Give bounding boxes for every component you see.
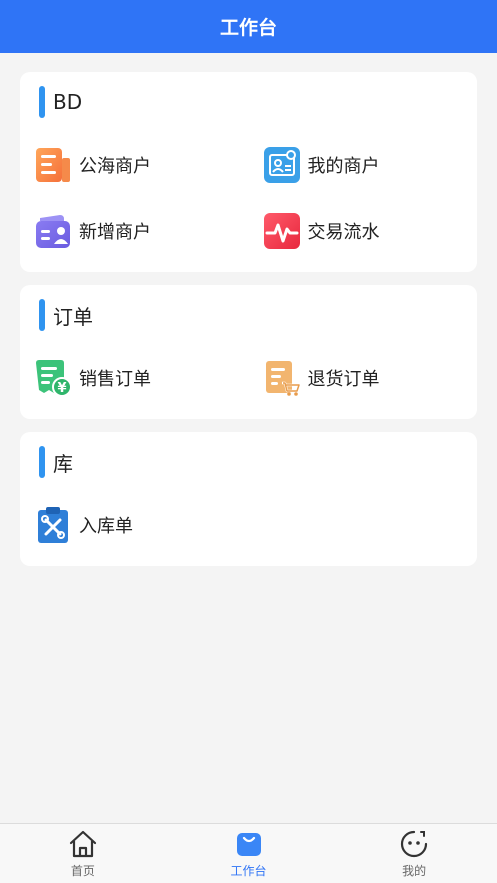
app-header: 工作台 [0,0,497,53]
profile-icon [399,829,429,859]
add-merchant-icon [34,212,72,250]
tab-home[interactable]: 首页 [0,824,166,883]
section-accent-bar [39,86,45,118]
menu-item-label: 交易流水 [307,222,380,243]
section-title: BD [53,90,83,114]
sales-order-icon: ¥ [34,359,72,397]
menu-item-my-merchants[interactable]: 我的商户 [249,132,478,198]
stock-in-icon [34,506,72,544]
tab-profile[interactable]: 我的 [331,824,497,883]
section-accent-bar [39,446,45,478]
tab-label: 我的 [402,863,427,878]
section-header: BD [20,72,477,132]
bottom-tab-bar: 首页 工作台 我的 [0,823,497,883]
menu-item-label: 销售订单 [79,369,151,390]
menu-item-stock-in[interactable]: 入库单 [20,492,249,558]
tab-label: 工作台 [230,863,267,878]
section-warehouse: 库 入库单 [20,432,477,566]
home-icon [68,829,98,859]
menu-item-label: 退货订单 [307,369,380,390]
section-bd: BD 公海商户 我的商户 新增商户 交易流水 [20,72,477,272]
menu-item-add-merchant[interactable]: 新增商户 [20,198,249,264]
menu-item-public-merchants[interactable]: 公海商户 [20,132,249,198]
return-order-icon [263,359,301,397]
public-merchants-icon [34,146,72,184]
tab-label: 首页 [70,863,95,878]
workbench-icon [234,829,264,859]
transactions-icon [263,212,301,250]
my-merchants-icon [263,146,301,184]
section-title: 订单 [53,304,93,329]
main-content: BD 公海商户 我的商户 新增商户 交易流水 订单 ¥ 销售订单 退货订单 库 … [0,53,497,566]
menu-item-label: 我的商户 [307,156,380,177]
section-title: 库 [53,451,73,476]
tab-workbench[interactable]: 工作台 [166,824,332,883]
menu-item-label: 入库单 [79,516,133,537]
section-accent-bar [39,299,45,331]
svg-text:¥: ¥ [57,381,66,396]
menu-item-label: 公海商户 [79,156,151,177]
page-title: 工作台 [219,17,277,39]
menu-item-sales-order[interactable]: ¥ 销售订单 [20,345,249,411]
section-orders: 订单 ¥ 销售订单 退货订单 [20,285,477,419]
section-header: 订单 [20,285,477,345]
section-header: 库 [20,432,477,492]
menu-item-label: 新增商户 [79,222,151,243]
menu-item-transactions[interactable]: 交易流水 [249,198,478,264]
menu-item-return-order[interactable]: 退货订单 [249,345,478,411]
